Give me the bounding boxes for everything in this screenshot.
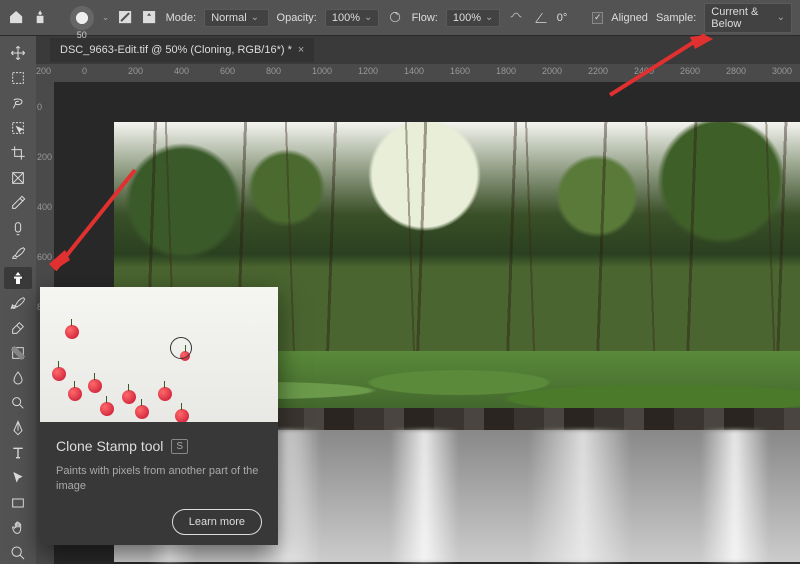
history-brush-tool[interactable]: [4, 292, 32, 314]
flow-label: Flow:: [412, 12, 438, 24]
document-tab[interactable]: DSC_9663-Edit.tif @ 50% (Cloning, RGB/16…: [50, 38, 314, 62]
close-icon[interactable]: ×: [298, 44, 304, 56]
path-select-tool[interactable]: [4, 467, 32, 489]
opacity-pressure-icon[interactable]: [387, 9, 403, 27]
learn-more-button[interactable]: Learn more: [172, 509, 262, 535]
brush-preview-icon: [70, 6, 94, 30]
eraser-tool[interactable]: [4, 317, 32, 339]
lasso-tool[interactable]: [4, 92, 32, 114]
gradient-tool[interactable]: [4, 342, 32, 364]
zoom-tool[interactable]: [4, 542, 32, 564]
type-tool[interactable]: [4, 442, 32, 464]
clone-source-icon[interactable]: [32, 9, 48, 27]
marquee-tool[interactable]: [4, 67, 32, 89]
tools-panel: [0, 36, 36, 564]
horizontal-ruler: 2000200400600800100012001400160018002000…: [36, 64, 800, 82]
blur-tool[interactable]: [4, 367, 32, 389]
eyedropper-tool[interactable]: [4, 192, 32, 214]
clone-panel-icon[interactable]: [141, 9, 157, 27]
hand-tool[interactable]: [4, 517, 32, 539]
tooltip-preview-image: [40, 287, 278, 422]
clone-stamp-tool[interactable]: [4, 267, 32, 289]
angle-value: 0°: [557, 12, 568, 24]
rectangle-tool[interactable]: [4, 492, 32, 514]
crop-tool[interactable]: [4, 142, 32, 164]
angle-icon[interactable]: [533, 9, 549, 27]
opacity-input[interactable]: 100%: [325, 9, 380, 27]
airbrush-icon[interactable]: [508, 9, 524, 27]
home-icon[interactable]: [8, 9, 24, 27]
brush-panel-icon[interactable]: [117, 9, 133, 27]
dodge-tool[interactable]: [4, 392, 32, 414]
blend-mode-dropdown[interactable]: Normal: [204, 9, 268, 27]
tooltip-title: Clone Stamp tool: [56, 438, 163, 454]
aligned-label: Aligned: [611, 12, 648, 24]
brush-preset-picker[interactable]: 50: [70, 6, 94, 30]
tooltip-description: Paints with pixels from another part of …: [56, 464, 262, 495]
object-select-tool[interactable]: [4, 117, 32, 139]
sample-dropdown[interactable]: Current & Below: [704, 3, 792, 33]
opacity-label: Opacity:: [277, 12, 317, 24]
sample-label: Sample:: [656, 12, 696, 24]
pen-tool[interactable]: [4, 417, 32, 439]
tool-tooltip-card: Clone Stamp tool S Paints with pixels fr…: [40, 287, 278, 545]
document-title: DSC_9663-Edit.tif @ 50% (Cloning, RGB/16…: [60, 44, 292, 56]
aligned-checkbox[interactable]: ✓: [592, 12, 603, 24]
frame-tool[interactable]: [4, 167, 32, 189]
brush-tool[interactable]: [4, 242, 32, 264]
brush-size-label: 50: [77, 30, 87, 40]
healing-brush-tool[interactable]: [4, 217, 32, 239]
flow-input[interactable]: 100%: [446, 9, 501, 27]
options-bar: 50 ⌄ Mode: Normal Opacity: 100% Flow: 10…: [0, 0, 800, 36]
document-tab-bar: DSC_9663-Edit.tif @ 50% (Cloning, RGB/16…: [0, 36, 800, 64]
mode-label: Mode:: [166, 12, 197, 24]
move-tool[interactable]: [4, 42, 32, 64]
tooltip-shortcut-key: S: [171, 439, 188, 454]
